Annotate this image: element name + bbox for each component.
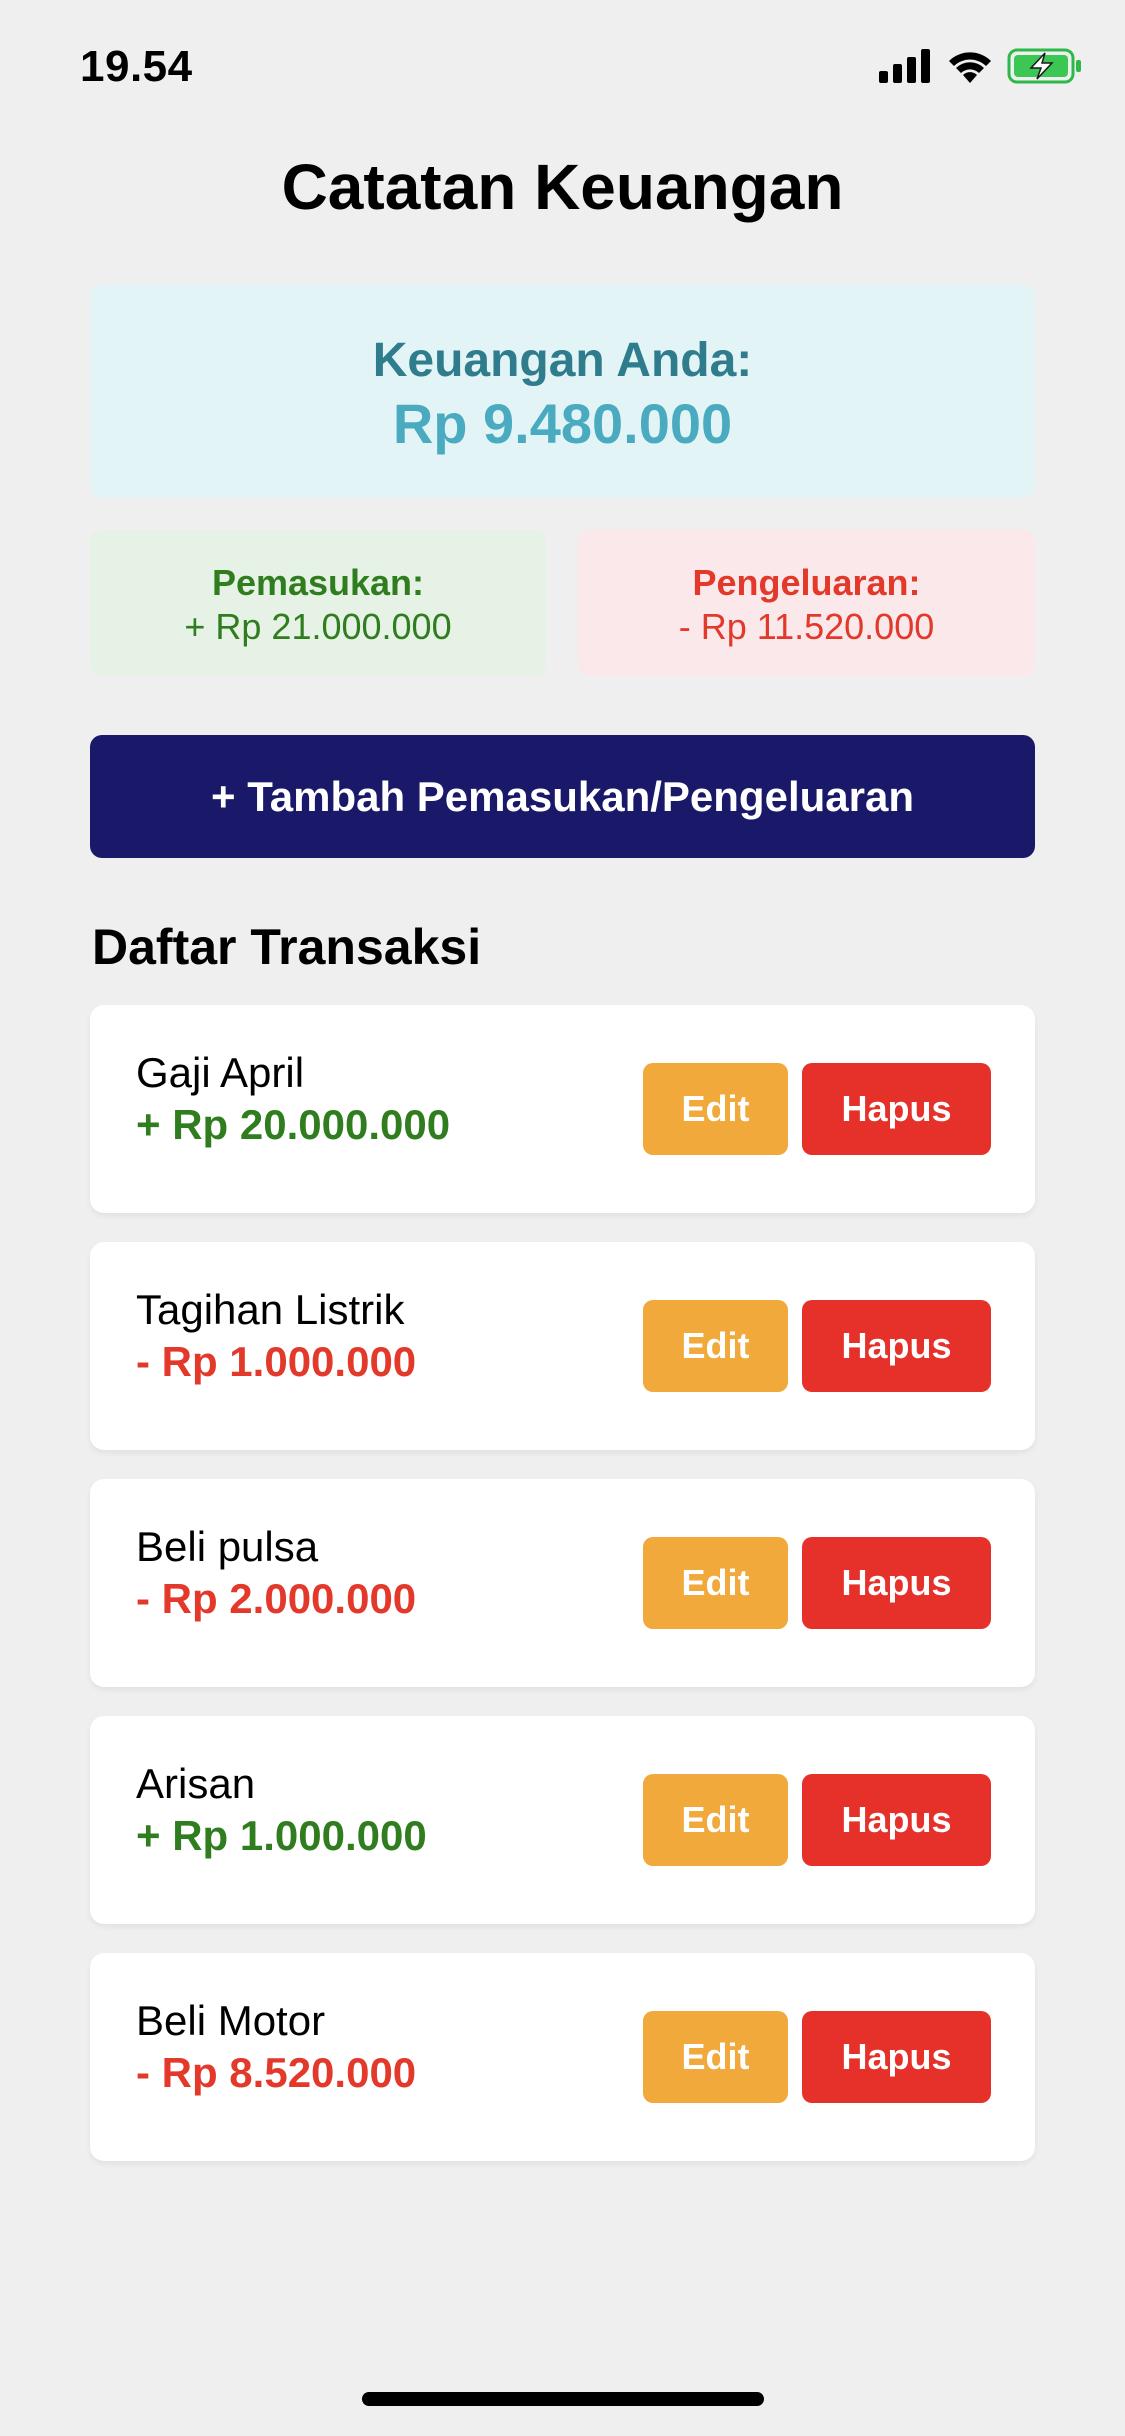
expense-label: Pengeluaran:: [692, 562, 921, 603]
transaction-list: Gaji April + Rp 20.000.000 Edit Hapus Ta…: [90, 1005, 1035, 2190]
transaction-card: Gaji April + Rp 20.000.000 Edit Hapus: [90, 1005, 1035, 1213]
delete-button[interactable]: Hapus: [802, 1063, 991, 1155]
transaction-card: Tagihan Listrik - Rp 1.000.000 Edit Hapu…: [90, 1242, 1035, 1450]
delete-button[interactable]: Hapus: [802, 2011, 991, 2103]
delete-button[interactable]: Hapus: [802, 1774, 991, 1866]
balance-label: Keuangan Anda:: [372, 334, 753, 387]
status-time: 19.54: [80, 42, 193, 91]
transaction-card: Beli pulsa - Rp 2.000.000 Edit Hapus: [90, 1479, 1035, 1687]
delete-button[interactable]: Hapus: [802, 1537, 991, 1629]
page-title: Catatan Keuangan: [281, 151, 844, 223]
app-screen: 19.54 Catatan Keuangan Keuangan Anda: Rp…: [0, 0, 1125, 2436]
transaction-amount: - Rp 8.520.000: [136, 2049, 417, 2096]
edit-button[interactable]: Edit: [643, 1063, 788, 1155]
status-icons: [879, 48, 1083, 84]
transaction-name: Tagihan Listrik: [136, 1286, 405, 1333]
transaction-name: Beli Motor: [136, 1997, 326, 2044]
transaction-name: Beli pulsa: [136, 1523, 319, 1570]
transaction-card: Beli Motor - Rp 8.520.000 Edit Hapus: [90, 1953, 1035, 2161]
income-value: + Rp 21.000.000: [184, 606, 452, 647]
income-label: Pemasukan:: [211, 562, 425, 603]
edit-button[interactable]: Edit: [643, 1537, 788, 1629]
balance-card: Keuangan Anda: Rp 9.480.000: [90, 285, 1035, 498]
transaction-amount: + Rp 1.000.000: [136, 1812, 427, 1859]
balance-value: Rp 9.480.000: [392, 392, 733, 455]
status-bar: 19.54: [0, 0, 1125, 140]
transaction-amount: - Rp 1.000.000: [136, 1338, 417, 1385]
transaction-amount: + Rp 20.000.000: [136, 1101, 451, 1148]
transaction-name: Arisan: [136, 1760, 256, 1807]
home-indicator[interactable]: [362, 2392, 764, 2406]
wifi-icon: [947, 49, 993, 83]
battery-charging-icon: [1007, 48, 1083, 84]
add-transaction-button[interactable]: + Tambah Pemasukan/Pengeluaran: [90, 735, 1035, 858]
cellular-signal-icon: [879, 49, 933, 83]
transaction-amount: - Rp 2.000.000: [136, 1575, 417, 1622]
transaction-card: Arisan + Rp 1.000.000 Edit Hapus: [90, 1716, 1035, 1924]
transaction-name: Gaji April: [136, 1049, 305, 1096]
income-summary-card: Pemasukan: + Rp 21.000.000: [90, 530, 546, 676]
edit-button[interactable]: Edit: [643, 1774, 788, 1866]
transaction-list-title: Daftar Transaksi: [92, 919, 482, 975]
delete-button[interactable]: Hapus: [802, 1300, 991, 1392]
expense-value: - Rp 11.520.000: [678, 606, 935, 647]
expense-summary-card: Pengeluaran: - Rp 11.520.000: [578, 530, 1035, 676]
edit-button[interactable]: Edit: [643, 2011, 788, 2103]
edit-button[interactable]: Edit: [643, 1300, 788, 1392]
